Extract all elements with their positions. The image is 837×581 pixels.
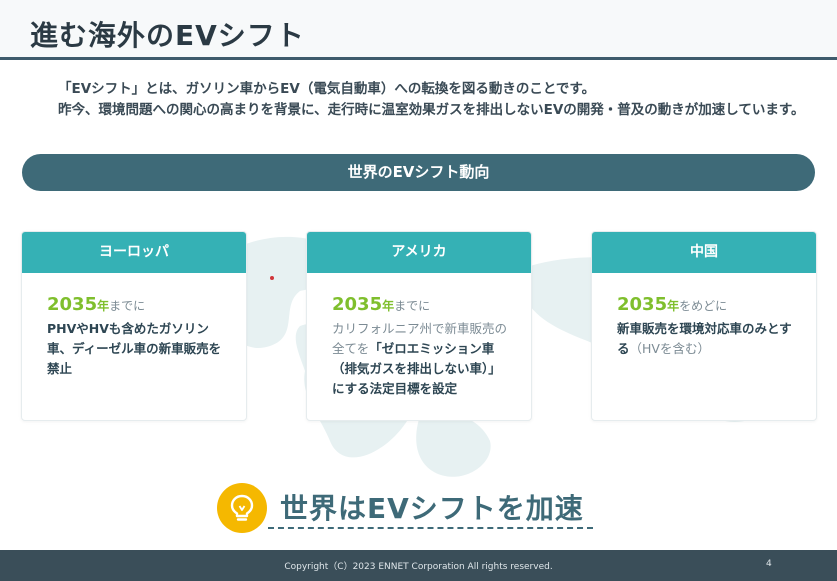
- year-unit: 年: [97, 299, 110, 313]
- copyright: Copyright（C）2023 ENNET Corporation All r…: [284, 562, 553, 572]
- description-plain: （HVを含む）: [629, 341, 710, 356]
- card-america: アメリカ 2035年までに カリフォルニア州で新車販売の全てを「ゼロエミッション…: [306, 231, 532, 421]
- card-description: カリフォルニア州で新車販売の全てを「ゼロエミッション車（排気ガスを排出しない車）…: [332, 319, 513, 399]
- target-year: 2035年をめどに: [617, 295, 798, 316]
- card-body: 2035年をめどに 新車販売を環境対応車のみとする（HVを含む）: [592, 273, 816, 359]
- card-body: 2035年までに PHVやHVも含めたガソリン車、ディーゼル車の新車販売を禁止: [22, 273, 246, 379]
- intro-line-1: 「EVシフト」とは、ガソリン車からEV（電気自動車）への転換を図る動きのことです…: [58, 81, 596, 97]
- card-region-title: ヨーロッパ: [22, 232, 246, 273]
- map-marker: [270, 276, 274, 280]
- lightbulb-icon: [217, 483, 267, 533]
- card-description: PHVやHVも含めたガソリン車、ディーゼル車の新車販売を禁止: [47, 321, 222, 376]
- year-unit: 年: [382, 299, 395, 313]
- slide: 進む海外のEVシフト 「EVシフト」とは、ガソリン車からEV（電気自動車）への転…: [0, 0, 837, 581]
- title-underline: [0, 57, 837, 60]
- year-suffix: をめどに: [679, 299, 728, 313]
- card-body: 2035年までに カリフォルニア州で新車販売の全てを「ゼロエミッション車（排気ガ…: [307, 273, 531, 399]
- year-suffix: までに: [109, 299, 146, 313]
- slogan: 世界はEVシフトを加速: [280, 492, 584, 525]
- year-number: 2035: [47, 294, 98, 315]
- page-title: 進む海外のEVシフト: [30, 19, 305, 52]
- card-china: 中国 2035年をめどに 新車販売を環境対応車のみとする（HVを含む）: [591, 231, 817, 421]
- card-description: 新車販売を環境対応車のみとする（HVを含む）: [617, 319, 798, 359]
- year-unit: 年: [667, 299, 680, 313]
- section-heading: 世界のEVシフト動向: [22, 154, 815, 191]
- target-year: 2035年までに: [332, 295, 513, 316]
- footer: Copyright（C）2023 ENNET Corporation All r…: [0, 550, 837, 581]
- slogan-underline: [268, 527, 593, 529]
- intro-text: 「EVシフト」とは、ガソリン車からEV（電気自動車）への転換を図る動きのことです…: [58, 79, 808, 121]
- card-region-title: 中国: [592, 232, 816, 273]
- year-suffix: までに: [394, 299, 431, 313]
- year-number: 2035: [332, 294, 383, 315]
- intro-line-2: 昨今、環境問題への関心の高まりを背景に、走行時に温室効果ガスを排出しないEVの開…: [58, 102, 805, 118]
- target-year: 2035年までに: [47, 295, 228, 316]
- card-region-title: アメリカ: [307, 232, 531, 273]
- card-europe: ヨーロッパ 2035年までに PHVやHVも含めたガソリン車、ディーゼル車の新車…: [21, 231, 247, 421]
- page-number: 4: [766, 559, 772, 569]
- year-number: 2035: [617, 294, 668, 315]
